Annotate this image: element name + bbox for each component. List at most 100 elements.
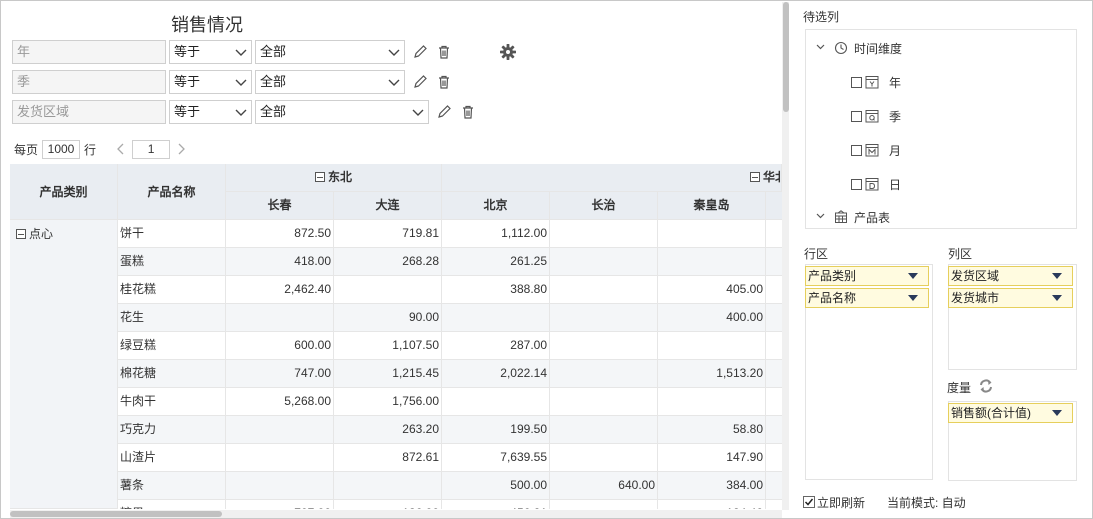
value-cell-overflow <box>766 500 782 509</box>
scrollbar-thumb[interactable] <box>783 2 789 112</box>
dropdown-icon[interactable] <box>908 273 918 279</box>
city-header[interactable]: 大连 <box>334 192 442 220</box>
chevron-down-icon[interactable] <box>816 43 826 54</box>
field-checkbox[interactable] <box>851 110 862 122</box>
trash-icon[interactable] <box>435 43 453 61</box>
tree-leaf-month[interactable]: 月 <box>851 142 901 158</box>
value-cell <box>550 500 658 509</box>
value-cell: 500.00 <box>442 472 550 500</box>
value-cell: 400.00 <box>658 304 766 332</box>
value-cell <box>550 248 658 276</box>
tree-leaf-quarter[interactable]: 季 <box>851 108 901 124</box>
city-header[interactable]: 北京 <box>442 192 550 220</box>
field-checkbox[interactable] <box>851 178 862 190</box>
pencil-icon[interactable] <box>411 43 429 61</box>
tree-node-product-table[interactable]: 产品表 <box>816 208 890 226</box>
chevron-down-icon[interactable] <box>816 212 826 223</box>
vertical-scrollbar[interactable] <box>782 2 789 510</box>
category-label: 点心 <box>29 227 54 241</box>
trash-icon[interactable] <box>435 73 453 91</box>
city-header[interactable]: 长春 <box>226 192 334 220</box>
collapse-icon[interactable] <box>750 172 760 182</box>
dropdown-icon[interactable] <box>1052 273 1062 279</box>
month-calendar-icon <box>865 144 879 157</box>
pencil-icon[interactable] <box>435 103 453 121</box>
per-page-input[interactable]: 1000 <box>42 139 81 159</box>
value-cell: 90.00 <box>334 304 442 332</box>
filter-value-select[interactable]: 全部 <box>255 100 429 124</box>
product-name-cell: 绿豆糕 <box>118 332 226 360</box>
filter-field-region[interactable]: 发货区域 <box>12 100 166 124</box>
filter-field-quarter[interactable]: 季 <box>12 70 166 94</box>
current-page-input[interactable]: 1 <box>132 139 171 159</box>
value-cell <box>226 304 334 332</box>
row-field-chip[interactable]: 产品类别 <box>805 266 929 286</box>
dropdown-icon[interactable] <box>908 295 918 301</box>
city-header-overflow <box>766 192 782 220</box>
col-area-title: 列区 <box>948 247 973 261</box>
value-cell-overflow <box>766 304 782 332</box>
value-cell: 261.25 <box>442 248 550 276</box>
value-cell <box>658 220 766 248</box>
collapse-icon[interactable] <box>314 172 325 182</box>
value-cell <box>550 276 658 304</box>
collapse-icon[interactable] <box>16 229 26 239</box>
scrollbar-thumb[interactable] <box>10 511 222 517</box>
pencil-icon[interactable] <box>411 73 429 91</box>
chevron-down-icon <box>388 45 400 59</box>
field-checkbox[interactable] <box>851 76 862 88</box>
value-cell: 1,215.45 <box>334 360 442 388</box>
tree-leaf-day[interactable]: 日 <box>851 176 901 192</box>
col-field-chip[interactable]: 发货城市 <box>948 288 1073 308</box>
refresh-icon[interactable] <box>978 378 994 394</box>
refresh-options: 立即刷新 当前模式: 自动 <box>803 494 966 510</box>
value-cell: 872.50 <box>226 220 334 248</box>
category-cell[interactable]: 点心 <box>10 220 118 509</box>
filter-field-year[interactable]: 年 <box>12 40 166 64</box>
tree-leaf-year[interactable]: 年 <box>851 74 901 90</box>
value-cell: 5,268.00 <box>226 388 334 416</box>
value-cell <box>226 416 334 444</box>
col-field-chip[interactable]: 发货区域 <box>948 266 1073 286</box>
city-header[interactable]: 长治 <box>550 192 658 220</box>
value-cell: 199.50 <box>442 416 550 444</box>
filter-operator-select[interactable]: 等于 <box>169 40 252 64</box>
dropdown-icon[interactable] <box>1052 410 1062 416</box>
measure-field-chip[interactable]: 销售额(合计值) <box>948 403 1073 423</box>
filter-operator-select[interactable]: 等于 <box>169 70 252 94</box>
value-cell-overflow <box>766 360 782 388</box>
value-cell <box>226 444 334 472</box>
filter-value-select[interactable]: 全部 <box>255 40 405 64</box>
filter-operator-value: 等于 <box>174 74 201 89</box>
value-cell: 2,462.40 <box>226 276 334 304</box>
city-header[interactable]: 秦皇岛 <box>658 192 766 220</box>
trash-icon[interactable] <box>459 103 477 121</box>
auto-refresh-checkbox[interactable] <box>803 496 815 508</box>
region-header-dongbei[interactable]: 东北 <box>226 164 442 192</box>
gear-icon[interactable] <box>499 43 517 61</box>
auto-refresh-label: 立即刷新 <box>817 495 866 510</box>
value-cell: 1,513.20 <box>658 360 766 388</box>
value-cell-overflow <box>766 416 782 444</box>
filter-value-select[interactable]: 全部 <box>255 70 405 94</box>
value-cell: 707.00 <box>226 500 334 509</box>
measure-area-title: 度量 <box>947 381 972 395</box>
pivot-table: 产品类别 产品名称 东北 华北 长春大连北京长治秦皇岛 点心 饼干872.507… <box>10 164 782 509</box>
region-label: 东北 <box>327 170 352 184</box>
horizontal-scrollbar[interactable] <box>10 510 782 518</box>
filter-operator-select[interactable]: 等于 <box>169 100 252 124</box>
tree-node-time[interactable]: 时间维度 <box>816 39 902 57</box>
value-cell: 147.90 <box>658 444 766 472</box>
product-name-cell: 山渣片 <box>118 444 226 472</box>
chip-label: 发货区域 <box>951 269 1000 283</box>
next-page-icon[interactable] <box>174 142 188 156</box>
field-checkbox[interactable] <box>851 144 862 156</box>
dropdown-icon[interactable] <box>1052 295 1062 301</box>
region-header-huabei[interactable]: 华北 <box>442 164 782 192</box>
product-name-cell: 薯条 <box>118 472 226 500</box>
value-cell: 405.00 <box>658 276 766 304</box>
filter-value-text: 全部 <box>260 44 287 59</box>
prev-page-icon[interactable] <box>114 142 128 156</box>
value-cell <box>442 304 550 332</box>
row-field-chip[interactable]: 产品名称 <box>805 288 929 308</box>
